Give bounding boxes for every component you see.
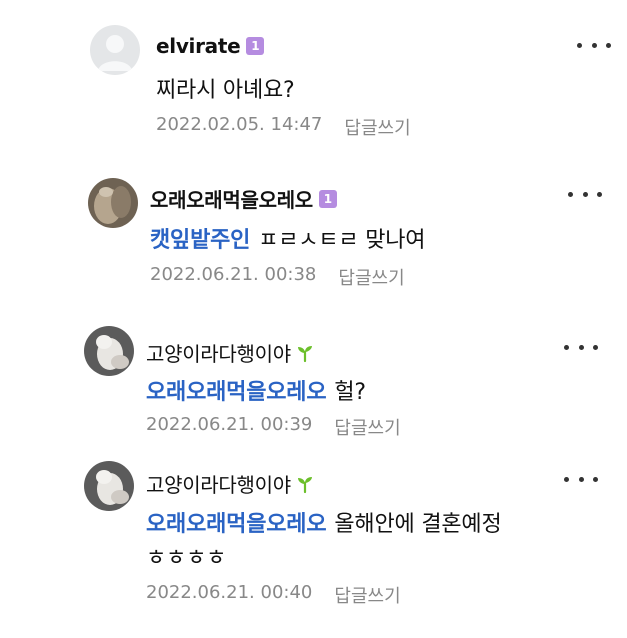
comment-date: 2022.02.05. 14:47 bbox=[156, 114, 323, 135]
avatar[interactable] bbox=[84, 326, 134, 376]
reply-button[interactable]: 답글쓰기 bbox=[344, 114, 410, 140]
avatar[interactable] bbox=[88, 178, 138, 228]
comment-date: 2022.06.21. 00:39 bbox=[146, 414, 313, 435]
comment-header: 고양이라다행이야 bbox=[146, 338, 315, 367]
sprout-icon bbox=[297, 345, 312, 362]
cat-avatar-image bbox=[84, 326, 134, 376]
more-options-icon[interactable] bbox=[564, 338, 598, 356]
comment-body: 헐? bbox=[334, 380, 366, 405]
comment-meta: 2022.02.05. 14:47 답글쓰기 bbox=[156, 114, 411, 140]
comment-meta: 2022.06.21. 00:38 답글쓰기 bbox=[150, 264, 405, 290]
comment-text: 캣잎밭주인 ㅍㄹㅅㅌㄹ 맞나여 bbox=[150, 222, 426, 254]
nickname[interactable]: elvirate bbox=[156, 34, 241, 58]
mention-link[interactable]: 캣잎밭주인 bbox=[150, 228, 250, 253]
cat-avatar-image bbox=[84, 461, 134, 511]
comment-meta: 2022.06.21. 00:40 답글쓰기 bbox=[146, 582, 401, 608]
sprout-icon bbox=[297, 476, 312, 493]
comment-header: 오래오래먹을오레오 1 bbox=[150, 184, 337, 213]
nickname[interactable]: 오래오래먹을오레오 bbox=[150, 184, 313, 213]
cat-avatar-image bbox=[88, 178, 138, 228]
comment-header: elvirate 1 bbox=[156, 34, 265, 58]
comment-body: ㅍㄹㅅㅌㄹ 맞나여 bbox=[258, 228, 426, 253]
avatar[interactable] bbox=[90, 25, 140, 75]
reply-button[interactable]: 답글쓰기 bbox=[338, 264, 404, 290]
comment-header: 고양이라다행이야 bbox=[146, 469, 315, 498]
level-badge: 1 bbox=[318, 189, 337, 208]
comment-text: 오래오래먹을오레오 헐? bbox=[146, 374, 366, 406]
nickname[interactable]: 고양이라다행이야 bbox=[146, 338, 291, 367]
avatar[interactable] bbox=[84, 461, 134, 511]
comment-date: 2022.06.21. 00:38 bbox=[150, 264, 317, 285]
mention-link[interactable]: 오래오래먹을오레오 bbox=[146, 512, 327, 537]
comment-meta: 2022.06.21. 00:39 답글쓰기 bbox=[146, 414, 401, 440]
reply-button[interactable]: 답글쓰기 bbox=[334, 414, 400, 440]
more-options-icon[interactable] bbox=[564, 470, 598, 488]
more-options-icon[interactable] bbox=[577, 36, 611, 54]
level-badge: 1 bbox=[246, 37, 265, 55]
comment-body: 올해안에 결혼예정 bbox=[334, 512, 502, 537]
more-options-icon[interactable] bbox=[568, 185, 602, 203]
nickname[interactable]: 고양이라다행이야 bbox=[146, 469, 291, 498]
default-profile-icon bbox=[90, 25, 140, 75]
mention-link[interactable]: 오래오래먹을오레오 bbox=[146, 380, 327, 405]
comment-date: 2022.06.21. 00:40 bbox=[146, 582, 313, 603]
comment-text: 오래오래먹을오레오 올해안에 결혼예정 bbox=[146, 506, 502, 538]
reply-button[interactable]: 답글쓰기 bbox=[334, 582, 400, 608]
comment-text: 찌라시 아녜요? bbox=[156, 78, 295, 103]
comment-text-line2: ㅎㅎㅎㅎ bbox=[146, 546, 227, 571]
